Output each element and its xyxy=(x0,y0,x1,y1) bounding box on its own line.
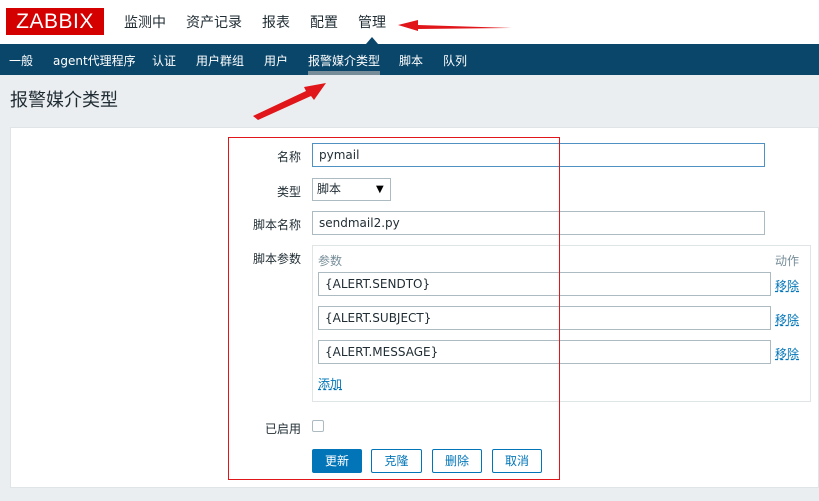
menu-inventory[interactable]: 资产记录 xyxy=(186,12,242,32)
action-column-header: 动作 xyxy=(775,254,800,268)
subnav-queue[interactable]: 队列 xyxy=(443,52,467,69)
subnav-general[interactable]: 一般 xyxy=(9,52,33,69)
page-title: 报警媒介类型 xyxy=(10,90,118,111)
subnav-media-types[interactable]: 报警媒介类型 xyxy=(308,52,380,69)
menu-monitoring[interactable]: 监测中 xyxy=(124,12,166,32)
remove-param-link[interactable]: 移除 xyxy=(775,345,799,362)
subnav-proxies[interactable]: agent代理程序 xyxy=(53,52,136,69)
menu-reports[interactable]: 报表 xyxy=(262,12,290,32)
red-arrow-sub-icon xyxy=(253,83,326,120)
active-menu-caret-icon xyxy=(366,37,378,44)
subnav-scripts[interactable]: 脚本 xyxy=(399,52,423,69)
zabbix-logo[interactable]: ZABBIX xyxy=(6,8,104,35)
subnav-authentication[interactable]: 认证 xyxy=(152,52,176,69)
subnav-users[interactable]: 用户 xyxy=(264,52,288,69)
annotation-highlight-box xyxy=(228,137,560,480)
menu-configuration[interactable]: 配置 xyxy=(310,12,338,32)
subnav-user-groups[interactable]: 用户群组 xyxy=(196,52,244,69)
sub-navigation-bar: 一般 agent代理程序 认证 用户群组 用户 报警媒介类型 脚本 队列 xyxy=(0,44,819,75)
remove-param-link[interactable]: 移除 xyxy=(775,311,799,328)
menu-administration[interactable]: 管理 xyxy=(358,12,386,32)
active-subnav-underline xyxy=(308,71,380,75)
top-navigation-bar: ZABBIX 监测中 资产记录 报表 配置 管理 xyxy=(0,0,819,44)
remove-param-link[interactable]: 移除 xyxy=(775,277,799,294)
